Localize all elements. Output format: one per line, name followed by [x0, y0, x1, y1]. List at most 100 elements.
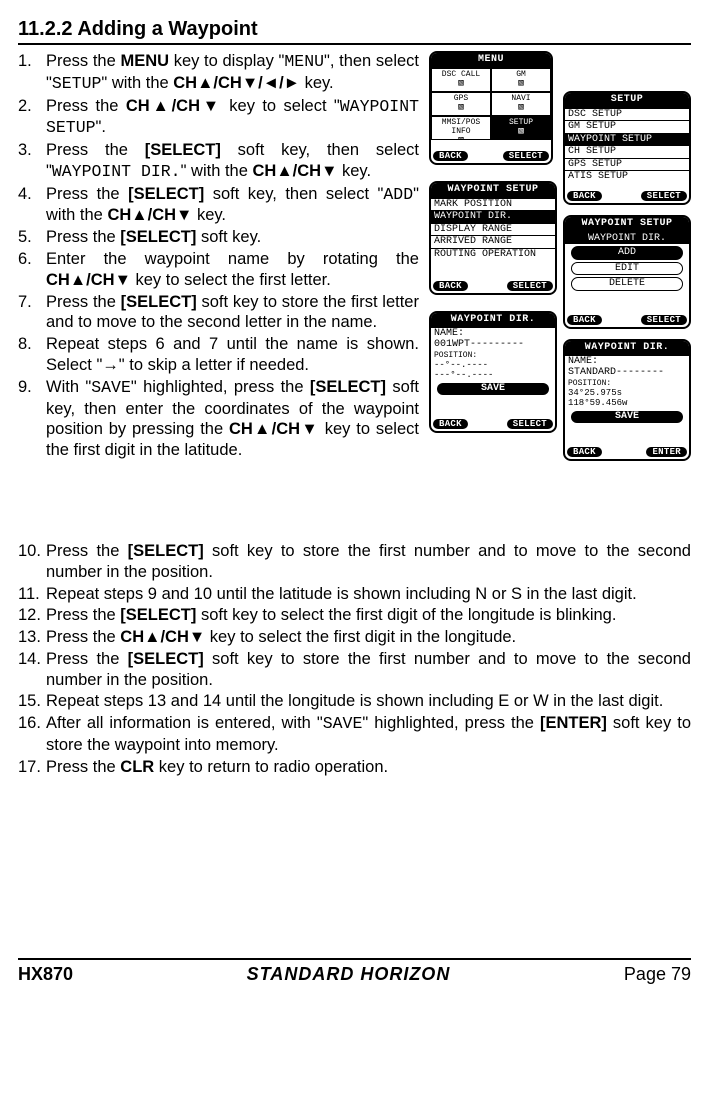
step-body: Press the [SELECT] soft key, then select…: [46, 184, 419, 227]
name-value[interactable]: 001WPT---------: [431, 339, 555, 351]
position-label: POSITION:: [431, 351, 555, 360]
list-item[interactable]: DISPLAY RANGE: [431, 223, 555, 236]
softkey-select[interactable]: SELECT: [503, 151, 549, 161]
save-button[interactable]: SAVE: [571, 411, 683, 423]
softkey-select[interactable]: SELECT: [507, 419, 553, 429]
menu-cell[interactable]: MMSI/POS INFO▧: [431, 116, 491, 140]
menu-cell[interactable]: GPS▧: [431, 92, 491, 116]
list-item[interactable]: WAYPOINT DIR.: [431, 210, 555, 223]
list-item[interactable]: WAYPOINT SETUP: [565, 133, 689, 146]
step-body: With "SAVE" highlighted, press the [SELE…: [46, 377, 419, 461]
list-item[interactable]: GM SETUP: [565, 120, 689, 133]
step-body: Repeat steps 6 and 7 until the name is s…: [46, 334, 419, 376]
step-body: Press the CH▲/CH▼ key to select "WAYPOIN…: [46, 96, 419, 140]
softkey-back[interactable]: BACK: [433, 419, 468, 429]
section-heading: 11.2.2 Adding a Waypoint: [18, 18, 691, 45]
list-item[interactable]: DSC SETUP: [565, 108, 689, 121]
step-number: 4.: [18, 184, 46, 227]
step-number: 3.: [18, 140, 46, 183]
step-item: 2.Press the CH▲/CH▼ key to select "WAYPO…: [18, 96, 419, 140]
entry-filled-title: WAYPOINT DIR.: [565, 341, 689, 356]
list-item[interactable]: GPS SETUP: [565, 158, 689, 171]
menu-grid: DSC CALL▧GM▧GPS▧NAVI▧MMSI/POS INFO▧SETUP…: [431, 68, 551, 140]
lat-value[interactable]: --°--.----: [431, 360, 555, 370]
list-item[interactable]: ATIS SETUP: [565, 170, 689, 183]
step-item: 11.Repeat steps 9 and 10 until the latit…: [18, 584, 691, 605]
softkey-back[interactable]: BACK: [433, 151, 468, 161]
softkey-back[interactable]: BACK: [567, 191, 602, 201]
screen-waypoint-setup: WAYPOINT SETUP MARK POSITIONWAYPOINT DIR…: [429, 181, 557, 295]
step-body: Press the [SELECT] soft key to select th…: [46, 605, 691, 626]
step-number: 10.: [18, 541, 46, 583]
step-item: 10.Press the [SELECT] soft key to store …: [18, 541, 691, 583]
step-item: 14.Press the [SELECT] soft key to store …: [18, 649, 691, 691]
step-body: Enter the waypoint name by rotating the …: [46, 249, 419, 291]
step-item: 9.With "SAVE" highlighted, press the [SE…: [18, 377, 419, 461]
step-number: 14.: [18, 649, 46, 691]
name-label: NAME:: [431, 328, 555, 340]
softkey-select[interactable]: SELECT: [507, 281, 553, 291]
softkey-back[interactable]: BACK: [567, 447, 602, 457]
menu-cell[interactable]: DSC CALL▧: [431, 68, 491, 92]
screen-waypoint-dir-menu: WAYPOINT SETUP WAYPOINT DIR. ADDEDITDELE…: [563, 215, 691, 329]
menu-cell[interactable]: GM▧: [491, 68, 551, 92]
step-item: 5.Press the [SELECT] soft key.: [18, 227, 419, 248]
list-item[interactable]: ROUTING OPERATION: [431, 248, 555, 261]
step-item: 1.Press the MENU key to display "MENU", …: [18, 51, 419, 95]
menu-cell[interactable]: NAVI▧: [491, 92, 551, 116]
step-number: 9.: [18, 377, 46, 461]
menu-cell[interactable]: SETUP▧: [491, 116, 551, 140]
step-item: 17.Press the CLR key to return to radio …: [18, 757, 691, 778]
screen-menu: MENU DSC CALL▧GM▧GPS▧NAVI▧MMSI/POS INFO▧…: [429, 51, 553, 165]
save-button[interactable]: SAVE: [437, 383, 549, 395]
list-item[interactable]: EDIT: [571, 262, 683, 276]
setup-list: DSC SETUPGM SETUPWAYPOINT SETUPCH SETUPG…: [565, 108, 689, 183]
wpsetup-list: MARK POSITIONWAYPOINT DIR.DISPLAY RANGEA…: [431, 198, 555, 261]
screen-wpsetup-title: WAYPOINT SETUP: [431, 183, 555, 198]
softkey-enter[interactable]: ENTER: [646, 447, 687, 457]
step-number: 5.: [18, 227, 46, 248]
step-body: Repeat steps 9 and 10 until the latitude…: [46, 584, 691, 605]
step-number: 2.: [18, 96, 46, 140]
step-number: 12.: [18, 605, 46, 626]
step-body: Press the CH▲/CH▼ key to select the firs…: [46, 627, 691, 648]
footer-model: HX870: [18, 964, 73, 985]
step-number: 17.: [18, 757, 46, 778]
softkey-select[interactable]: SELECT: [641, 191, 687, 201]
list-item[interactable]: DELETE: [571, 277, 683, 291]
step-item: 3.Press the [SELECT] soft key, then sele…: [18, 140, 419, 183]
screen-setup-title: SETUP: [565, 93, 689, 108]
screen-waypoint-entry-filled: WAYPOINT DIR. NAME: STANDARD-------- POS…: [563, 339, 691, 461]
step-item: 4.Press the [SELECT] soft key, then sele…: [18, 184, 419, 227]
entry-blank-title: WAYPOINT DIR.: [431, 313, 555, 328]
step-number: 6.: [18, 249, 46, 291]
lat-value[interactable]: 34°25.975s: [565, 388, 689, 398]
lon-value[interactable]: 118°59.456w: [565, 398, 689, 408]
page-footer: HX870 STANDARD HORIZON Page 79: [18, 958, 691, 999]
step-number: 13.: [18, 627, 46, 648]
step-body: Press the [SELECT] soft key, then select…: [46, 140, 419, 183]
step-item: 16.After all information is entered, wit…: [18, 713, 691, 756]
position-label: POSITION:: [565, 379, 689, 388]
step-body: Press the [SELECT] soft key to store the…: [46, 292, 419, 334]
step-body: Press the CLR key to return to radio ope…: [46, 757, 691, 778]
screen-waypoint-entry-blank: WAYPOINT DIR. NAME: 001WPT--------- POSI…: [429, 311, 557, 433]
lon-value[interactable]: ---°--.----: [431, 370, 555, 380]
step-body: Repeat steps 13 and 14 until the longitu…: [46, 691, 691, 712]
list-item[interactable]: MARK POSITION: [431, 198, 555, 211]
list-item[interactable]: ADD: [571, 246, 683, 260]
list-item[interactable]: CH SETUP: [565, 145, 689, 158]
step-body: Press the MENU key to display "MENU", th…: [46, 51, 419, 95]
step-number: 11.: [18, 584, 46, 605]
name-value[interactable]: STANDARD--------: [565, 367, 689, 379]
softkey-back[interactable]: BACK: [567, 315, 602, 325]
steps-list-top: 1.Press the MENU key to display "MENU", …: [18, 51, 419, 461]
step-body: Press the [SELECT] soft key to store the…: [46, 541, 691, 583]
screen-wpdir-title: WAYPOINT SETUP: [565, 217, 689, 232]
list-item[interactable]: ARRIVED RANGE: [431, 235, 555, 248]
screen-setup: SETUP DSC SETUPGM SETUPWAYPOINT SETUPCH …: [563, 91, 691, 205]
softkey-select[interactable]: SELECT: [641, 315, 687, 325]
softkey-back[interactable]: BACK: [433, 281, 468, 291]
step-number: 16.: [18, 713, 46, 756]
footer-brand: STANDARD HORIZON: [247, 964, 451, 985]
